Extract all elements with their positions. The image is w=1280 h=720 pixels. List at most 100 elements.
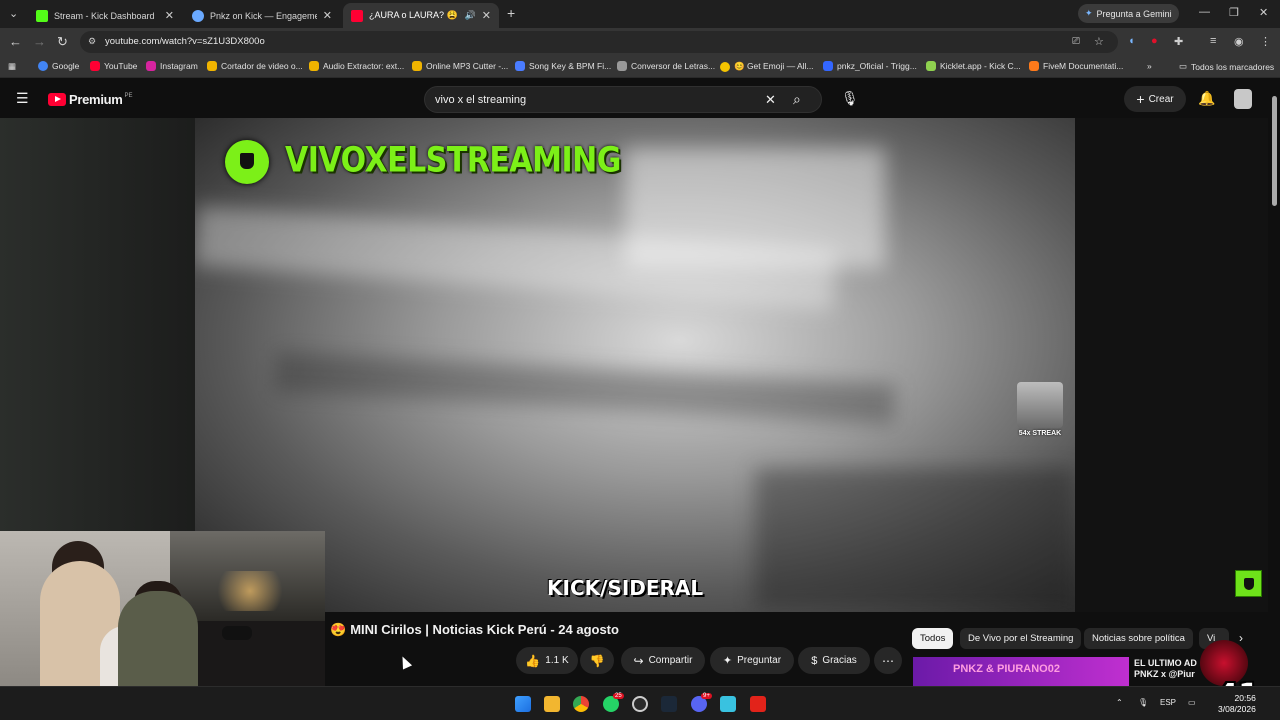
bookmark-cortador[interactable]: Cortador de video o... xyxy=(207,61,303,71)
recommended-title[interactable]: EL ULTIMO AD PNKZ x @Piur xyxy=(1134,658,1204,680)
thumbnail-text: PNKZ & PIURANO02 xyxy=(953,663,1060,675)
bookmark-kicklet[interactable]: Kicklet.app - Kick C... xyxy=(926,61,1021,71)
page-scrollbar[interactable] xyxy=(1272,96,1277,206)
file-explorer-icon[interactable] xyxy=(544,696,560,712)
clock-date: 3/08/2026 xyxy=(1218,704,1256,714)
tab-title: ¿AURA o LAURA? 😩 Be xyxy=(369,10,461,20)
ask-button[interactable]: ✦ Preguntar xyxy=(710,647,794,674)
language-indicator[interactable]: ESP xyxy=(1160,698,1176,707)
search-box[interactable]: vivo x el streaming ✕ ⌕ xyxy=(424,86,822,113)
close-tab-icon[interactable]: ✕ xyxy=(482,9,491,22)
bookmark-get-emoji[interactable]: 😊 Get Emoji — All... xyxy=(720,61,814,72)
cast-icon[interactable]: ⎚ xyxy=(1072,36,1080,47)
share-arrow-icon: ↪ xyxy=(633,653,644,668)
search-input[interactable]: vivo x el streaming xyxy=(435,94,526,106)
channel-badge-icon[interactable] xyxy=(1235,570,1262,597)
close-tab-icon[interactable]: ✕ xyxy=(165,9,174,22)
tab-pnkz-engagement[interactable]: Pnkz on Kick — Engagement A ✕ xyxy=(184,3,340,28)
site-info-icon[interactable]: ⚙ xyxy=(88,36,96,47)
instagram-icon xyxy=(146,61,156,71)
notifications-bell-icon[interactable]: 🔔 xyxy=(1198,90,1215,107)
forward-icon[interactable]: → xyxy=(33,34,46,49)
mouse-cursor-icon xyxy=(397,654,413,670)
back-icon[interactable]: ← xyxy=(9,34,22,49)
account-avatar[interactable] xyxy=(1234,89,1252,109)
steam-icon[interactable] xyxy=(661,696,677,712)
youtube-premium-logo[interactable]: Premium PE xyxy=(48,92,133,107)
bookmark-instagram[interactable]: Instagram xyxy=(146,61,198,71)
chip-de-vivo[interactable]: De Vivo por el Streaming xyxy=(960,628,1082,649)
bookmark-google[interactable]: Google xyxy=(38,61,79,71)
tool-icon xyxy=(412,61,422,71)
create-button[interactable]: + Crear xyxy=(1124,86,1186,112)
text-icon xyxy=(617,61,627,71)
youtube-header: ☰ Premium PE vivo x el streaming ✕ ⌕ 🎙 +… xyxy=(0,80,1280,118)
motion-blur xyxy=(625,148,885,268)
tray-network-icon[interactable]: ▭ xyxy=(1188,698,1196,707)
close-tab-icon[interactable]: ✕ xyxy=(323,9,332,22)
heart-eyes-emoji-icon: 😍 xyxy=(330,622,347,637)
all-bookmarks-folder[interactable]: ▭ Todos los marcadores xyxy=(1179,61,1274,72)
chips-next-icon[interactable]: › xyxy=(1239,631,1243,645)
extension-audio-icon[interactable]: ◖ xyxy=(1128,35,1135,47)
video-player[interactable]: VIVOXELSTREAMING 54x STREAK KICK/SIDERAL xyxy=(195,118,1075,612)
webcam-overlay xyxy=(0,531,325,686)
search-icon[interactable]: ⌕ xyxy=(793,91,801,108)
recommended-thumbnail[interactable]: PNKZ & PIURANO02 xyxy=(913,657,1129,687)
thanks-button[interactable]: $ Gracias xyxy=(798,647,870,674)
chip-politica[interactable]: Noticias sobre política xyxy=(1084,628,1193,649)
more-actions-button[interactable]: ⋯ xyxy=(874,647,902,674)
bookmark-song-key[interactable]: Song Key & BPM Fi... xyxy=(515,61,611,71)
chip-all[interactable]: Todos xyxy=(912,628,954,649)
bookmark-star-icon[interactable]: ☆ xyxy=(1094,35,1104,48)
clear-search-icon[interactable]: ✕ xyxy=(765,92,776,108)
notepad-icon[interactable] xyxy=(720,696,736,712)
obs-icon[interactable] xyxy=(632,696,648,712)
thumbs-down-icon: 👎 xyxy=(589,653,605,668)
microphone-icon[interactable]: 🎙 xyxy=(841,90,859,107)
system-clock[interactable]: 20:56 3/08/2026 xyxy=(1218,693,1256,715)
like-button[interactable]: 👍 1.1 K xyxy=(516,647,578,674)
create-label: Crear xyxy=(1148,93,1174,105)
bookmark-label: Kicklet.app - Kick C... xyxy=(940,61,1021,71)
extensions-icon[interactable]: ✚ xyxy=(1174,35,1183,48)
address-bar[interactable]: ⚙ youtube.com/watch?v=sZ1U3DX800o ⎚ ☆ xyxy=(80,31,1118,53)
chrome-menu-icon[interactable]: ⋮ xyxy=(1260,35,1271,48)
bookmark-mp3-cutter[interactable]: Online MP3 Cutter -... xyxy=(412,61,508,71)
windows-start-icon[interactable] xyxy=(515,696,531,712)
reload-icon[interactable]: ↻ xyxy=(57,34,68,50)
channel-watermark: VIVOXELSTREAMING xyxy=(285,140,621,181)
plus-icon: + xyxy=(1136,91,1145,107)
apps-grid-icon[interactable]: ▦ xyxy=(8,61,16,72)
bookmark-youtube[interactable]: YouTube xyxy=(90,61,137,71)
bookmark-pnkz-trigger[interactable]: pnkz_Oficial - Trigg... xyxy=(823,61,917,71)
bookmark-audio-extractor[interactable]: Audio Extractor: ext... xyxy=(309,61,404,71)
bookmark-fivem[interactable]: FiveM Documentati... xyxy=(1029,61,1123,71)
tab-search-icon[interactable]: ⌄ xyxy=(9,7,18,20)
restore-icon[interactable]: ❐ xyxy=(1229,6,1239,19)
url-text[interactable]: youtube.com/watch?v=sZ1U3DX800o xyxy=(105,36,265,47)
profile-avatar-icon[interactable]: ◉ xyxy=(1234,35,1244,48)
tab-kick-dashboard[interactable]: Stream - Kick Dashboard ✕ xyxy=(28,3,182,28)
minimize-icon[interactable]: — xyxy=(1199,6,1210,18)
speaker-icon[interactable]: 🔊 xyxy=(465,10,476,21)
thanks-label: Gracias xyxy=(822,655,857,666)
share-button[interactable]: ↪ Compartir xyxy=(621,647,705,674)
media-controls-icon[interactable]: ≡ xyxy=(1210,35,1216,47)
music-note-icon xyxy=(515,61,525,71)
more-bookmarks-icon[interactable]: » xyxy=(1147,61,1152,71)
screen-recorder-icon[interactable] xyxy=(750,696,766,712)
tray-microphone-icon[interactable]: 🎙 xyxy=(1138,698,1148,707)
tray-overflow-icon[interactable]: ⌃ xyxy=(1116,698,1123,707)
close-window-icon[interactable]: ✕ xyxy=(1259,6,1268,19)
chrome-icon[interactable] xyxy=(573,696,589,712)
new-tab-button[interactable]: + xyxy=(507,5,515,21)
extension-red-icon[interactable]: ● xyxy=(1151,35,1158,47)
tab-youtube-active[interactable]: ¿AURA o LAURA? 😩 Be 🔊 ✕ xyxy=(343,3,499,28)
bookmark-label: Todos los marcadores xyxy=(1191,61,1275,72)
dislike-button[interactable]: 👎 xyxy=(580,647,614,674)
hamburger-menu-icon[interactable]: ☰ xyxy=(16,90,29,107)
gemini-button[interactable]: ✦ Pregunta a Gemini xyxy=(1078,4,1179,23)
globe-favicon-icon xyxy=(192,9,204,22)
bookmark-conversor[interactable]: Conversor de Letras... xyxy=(617,61,715,71)
